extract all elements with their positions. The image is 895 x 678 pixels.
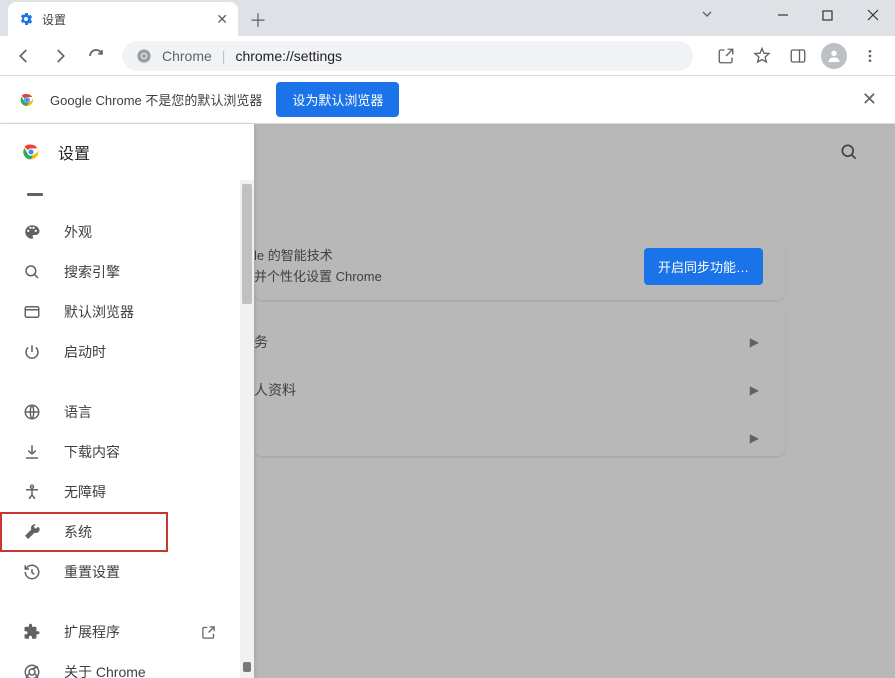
close-button[interactable] [850,0,895,30]
forward-button[interactable] [44,40,76,72]
settings-main-panel: le 的智能技术 并个性化设置 Chrome 开启同步功能… 务 ▶ 人资料 ▶… [254,234,859,462]
address-bar[interactable]: Chrome | chrome://settings [122,41,693,71]
settings-search-icon[interactable] [833,136,865,168]
window-titlebar: 设置 ✕ ＋ [0,0,895,36]
sidebar-item-label: 重置设置 [64,562,120,582]
sidebar-item-about[interactable]: 关于 Chrome [0,652,238,678]
sidebar-scrollbar[interactable] [240,180,254,678]
sidebar-item-search-engine[interactable]: 搜索引擎 [0,252,238,292]
browser-toolbar: Chrome | chrome://settings [0,36,895,76]
sidebar-item-label: 关于 Chrome [64,662,146,678]
sidebar-item-label: 系统 [64,522,92,542]
sidebar-item-label: 搜索引擎 [64,262,120,282]
sidebar-item-appearance[interactable]: 外观 [0,212,238,252]
sidebar-item-label: 外观 [64,222,92,242]
sidebar-header: 设置 [0,124,254,180]
external-link-icon [201,625,216,640]
enable-sync-button[interactable]: 开启同步功能… [644,248,763,285]
sidebar-item-label: 扩展程序 [64,622,120,642]
sidebar-item-downloads[interactable]: 下载内容 [0,432,238,472]
sidebar-item-truncated [0,180,254,198]
row-label: 务 [254,332,268,352]
chevron-right-icon: ▶ [750,335,759,349]
sidebar-item-label: 启动时 [64,342,106,362]
omnibox-separator: | [222,48,226,64]
tab-search-icon[interactable] [699,6,715,22]
maximize-button[interactable] [805,0,850,30]
sidebar-item-label: 下载内容 [64,442,120,462]
sidebar-item-accessibility[interactable]: 无障碍 [0,472,238,512]
browser-icon [22,302,42,322]
extension-icon [22,622,42,642]
settings-sidebar: 设置 外观 搜索引擎 默认浏览器 启动时 [0,124,254,678]
sidebar-item-label: 语言 [64,402,92,422]
scrollbar-thumb[interactable] [242,184,252,304]
new-tab-button[interactable]: ＋ [244,6,272,34]
sidebar-item-label: 默认浏览器 [64,302,134,322]
back-button[interactable] [8,40,40,72]
sidebar-item-extensions[interactable]: 扩展程序 [0,612,238,652]
chrome-outline-icon [22,662,42,678]
scrollbar-down-arrow[interactable] [243,662,251,672]
restore-icon [22,562,42,582]
infobar-message: Google Chrome 不是您的默认浏览器 [50,90,262,109]
omnibox-path: chrome://settings [235,48,342,64]
download-icon [22,442,42,462]
power-icon [22,342,42,362]
globe-icon [22,402,42,422]
sidebar-item-label: 无障碍 [64,482,106,502]
sidebar-item-reset[interactable]: 重置设置 [0,552,238,592]
accessibility-icon [22,482,42,502]
gear-icon [18,11,42,27]
omnibox-origin: Chrome [162,48,212,64]
sidebar-title: 设置 [58,140,90,164]
promo-line2: 并个性化设置 Chrome [254,267,382,288]
sidebar-item-languages[interactable]: 语言 [0,392,238,432]
chevron-right-icon: ▶ [750,431,759,445]
settings-row[interactable]: 务 ▶ [254,318,859,366]
settings-row[interactable]: 人资料 ▶ [254,366,859,414]
infobar-close-icon[interactable]: ✕ [862,89,877,110]
side-panel-icon[interactable] [781,40,815,72]
chrome-page-icon [136,48,152,64]
palette-icon [22,222,42,242]
chrome-logo-icon [20,141,42,163]
reload-button[interactable] [80,40,112,72]
share-icon[interactable] [709,40,743,72]
menu-icon[interactable] [853,40,887,72]
row-label: 人资料 [254,380,296,400]
chevron-right-icon: ▶ [750,383,759,397]
sidebar-item-default-browser[interactable]: 默认浏览器 [0,292,238,332]
wrench-icon [22,522,42,542]
search-icon [22,262,42,282]
settings-row[interactable]: ▶ [254,414,859,462]
settings-content: le 的智能技术 并个性化设置 Chrome 开启同步功能… 务 ▶ 人资料 ▶… [0,124,895,678]
sidebar-item-system[interactable]: 系统 [0,512,168,552]
promo-line1: le 的智能技术 [254,246,382,267]
window-controls [760,0,895,30]
bookmark-icon[interactable] [745,40,779,72]
chrome-logo-icon [18,91,36,109]
set-default-button[interactable]: 设为默认浏览器 [276,82,399,117]
profile-avatar[interactable] [817,40,851,72]
minimize-button[interactable] [760,0,805,30]
browser-tab[interactable]: 设置 ✕ [8,2,238,36]
tab-close-icon[interactable]: ✕ [216,11,228,28]
default-browser-infobar: Google Chrome 不是您的默认浏览器 设为默认浏览器 ✕ [0,76,895,124]
sidebar-item-on-startup[interactable]: 启动时 [0,332,238,372]
tab-title: 设置 [42,11,66,28]
